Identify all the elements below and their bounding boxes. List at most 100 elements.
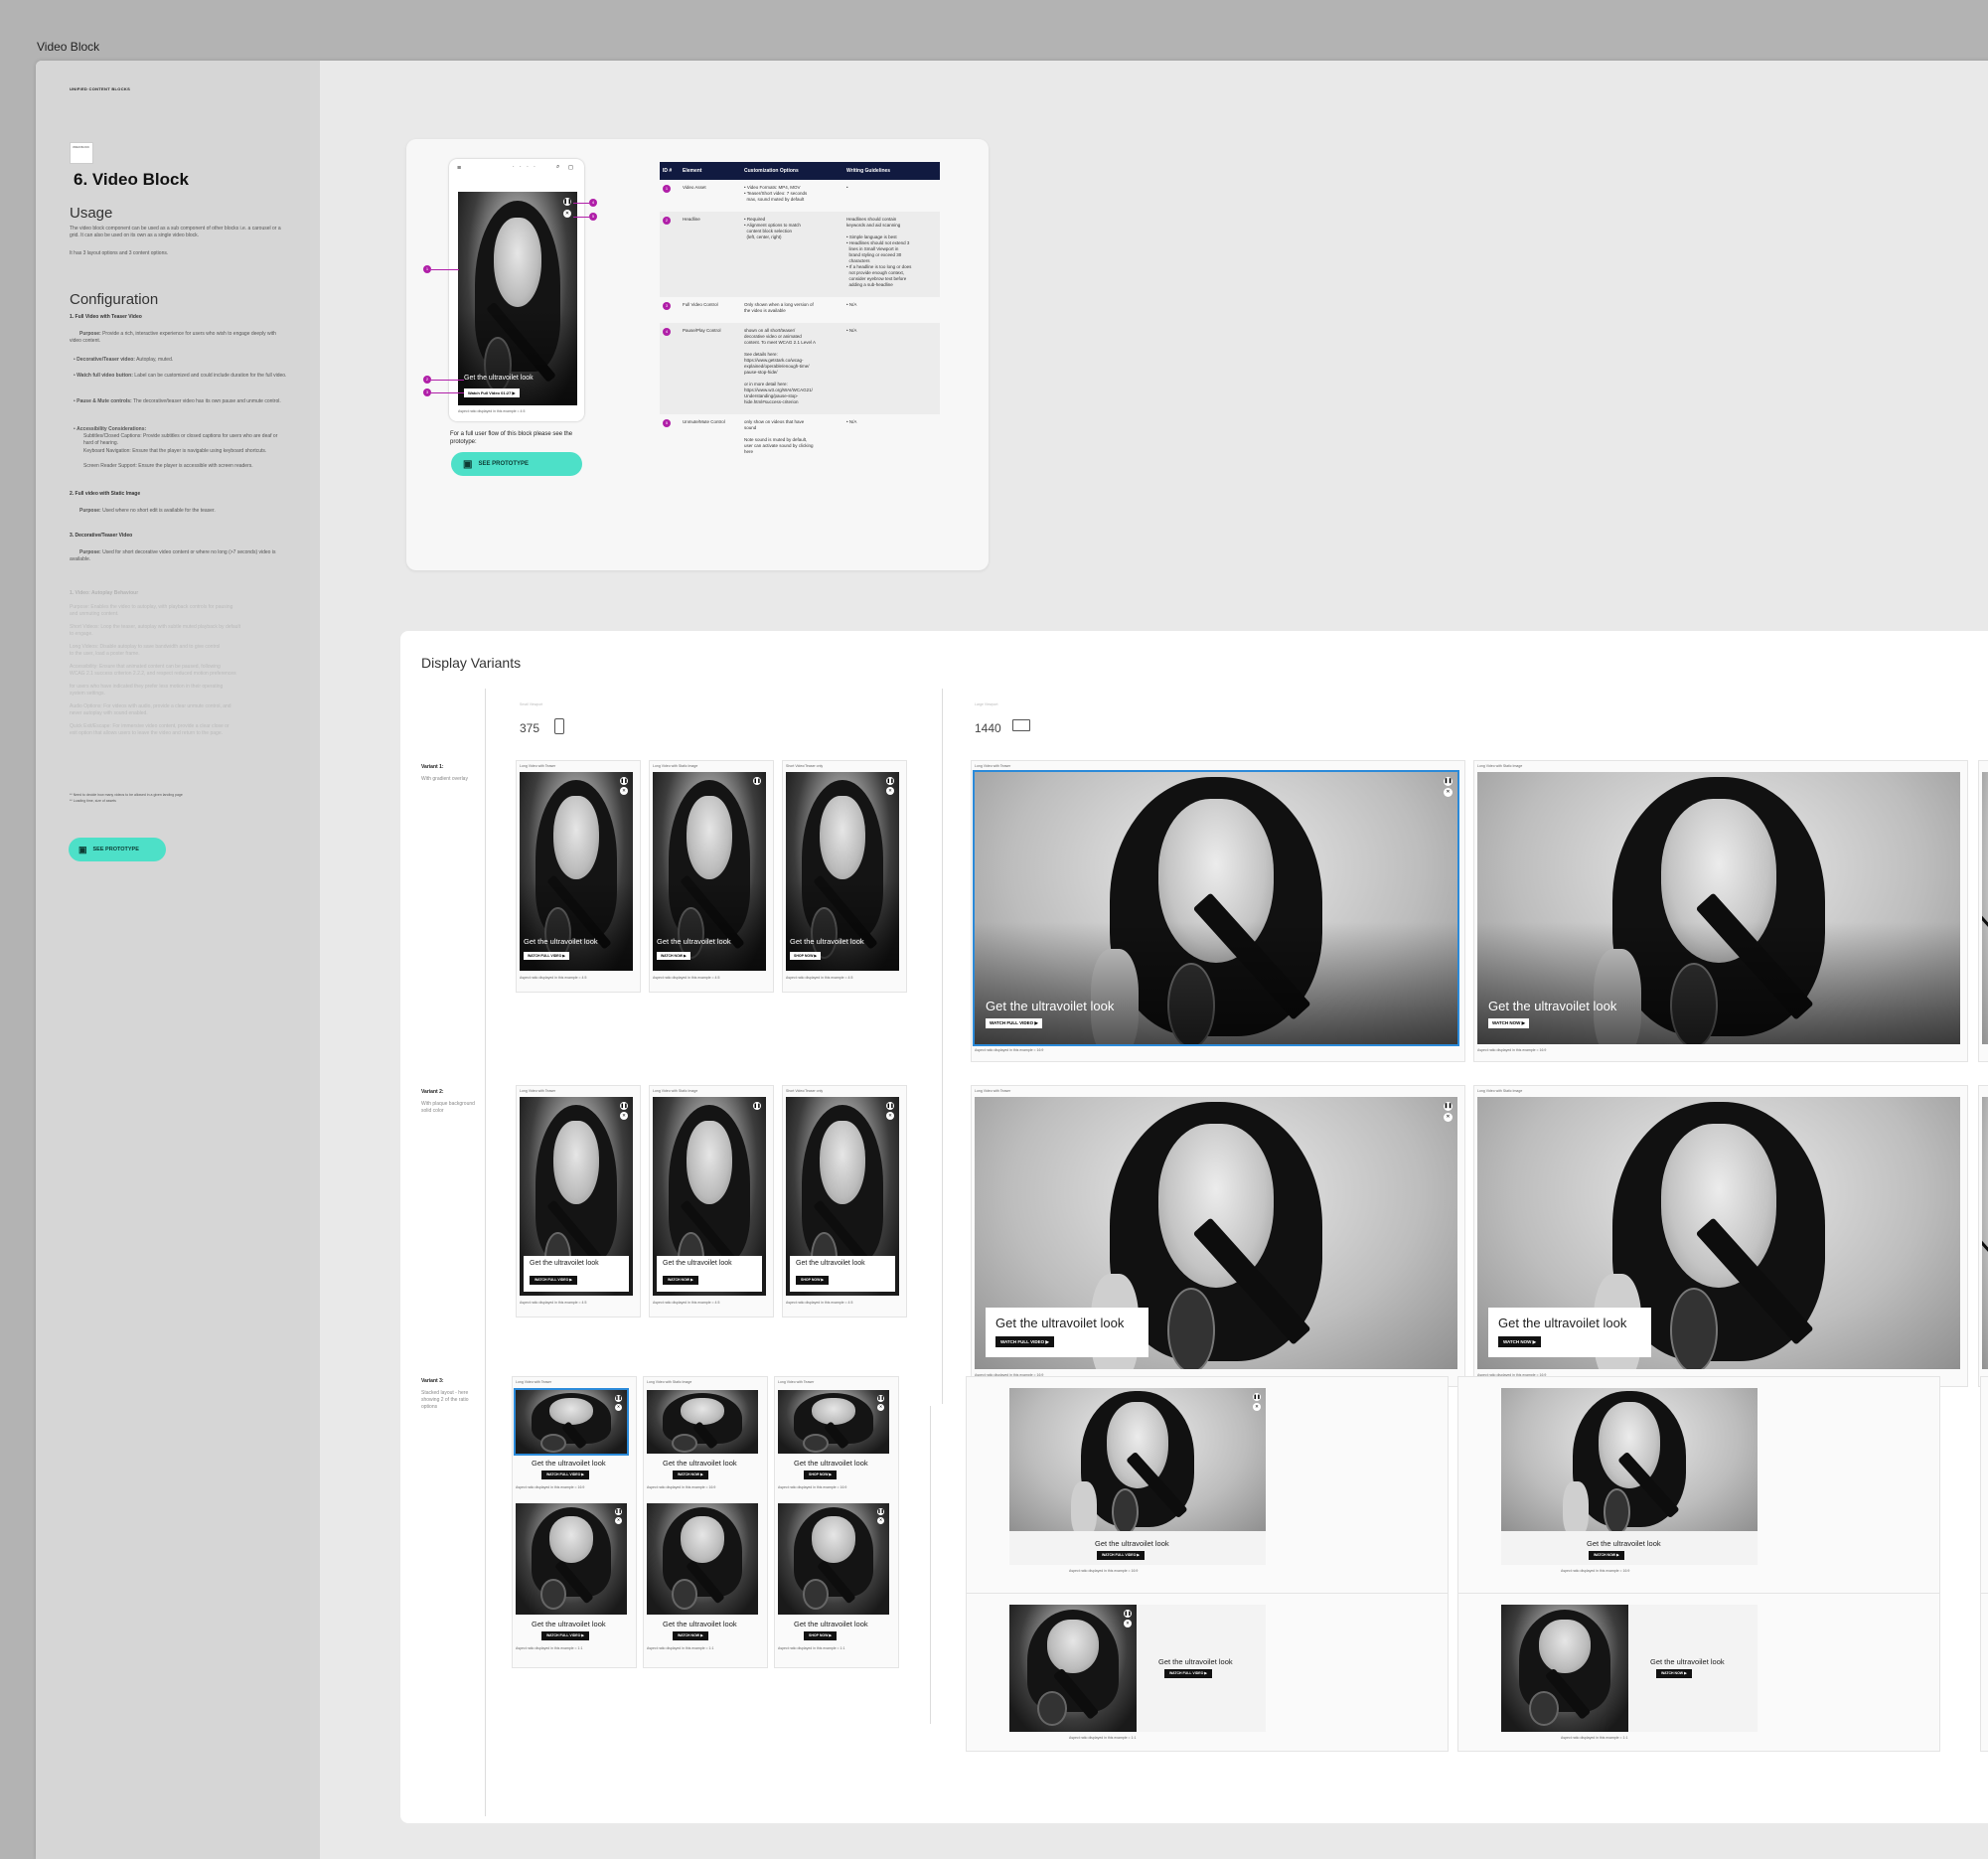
row-guidelines: Headlines should contain keywords and aid… bbox=[846, 217, 938, 288]
pause-icon[interactable]: ❚❚ bbox=[753, 1102, 761, 1110]
cta-button[interactable]: SHOP NOW ▶ bbox=[804, 1471, 838, 1479]
pause-icon[interactable]: ❚❚ bbox=[563, 198, 571, 206]
display-variants-card: Display Variants Small Viewport 375 Larg… bbox=[400, 631, 1988, 1823]
video-poster[interactable]: ❚❚ Get the ultravoilet look WATCH NOW ▶ bbox=[653, 772, 766, 971]
col-element: Element bbox=[683, 168, 702, 174]
cta-button[interactable]: WATCH NOW ▶ bbox=[673, 1471, 708, 1479]
cta-button[interactable]: WATCH NOW ▶ bbox=[673, 1631, 708, 1640]
cta-button[interactable]: WATCH NOW ▶ bbox=[657, 952, 690, 960]
video-poster[interactable] bbox=[647, 1390, 758, 1454]
aspect-caption: Aspect ratio displayed in this example =… bbox=[647, 1646, 714, 1650]
video-poster[interactable]: ❚❚ ✕ Get the ultravoilet look WATCH FULL VI… bbox=[975, 1097, 1457, 1369]
pause-icon[interactable]: ❚❚ bbox=[620, 777, 628, 785]
purpose-label: Purpose: bbox=[79, 549, 101, 555]
pause-icon[interactable]: ❚❚ bbox=[1124, 1610, 1132, 1618]
mute-icon[interactable]: ✕ bbox=[877, 1404, 884, 1411]
cta-label: SHOP NOW bbox=[809, 1472, 829, 1476]
cta-button[interactable]: WATCH NOW ▶ bbox=[1498, 1336, 1542, 1347]
video-poster[interactable]: ❚❚ ✕ bbox=[514, 1388, 629, 1456]
video-poster[interactable] bbox=[1982, 772, 1988, 1044]
pause-icon[interactable]: ❚❚ bbox=[877, 1395, 884, 1402]
guideline-line: adding a sub-headline bbox=[846, 282, 893, 287]
mute-icon[interactable]: ✕ bbox=[886, 787, 894, 795]
row-element: Unmute/Mute Control bbox=[683, 419, 725, 424]
col-guidelines: Writing Guidelines bbox=[846, 168, 891, 174]
headline-plaque: Get the ultravoilet look WATCH FULL VIDEO… bbox=[524, 1256, 629, 1292]
cta-button[interactable]: WATCH FULL VIDEO ▶ bbox=[541, 1631, 589, 1640]
spec-see-prototype-button[interactable]: ▣ SEE PROTOTYPE bbox=[451, 452, 582, 476]
thumbnail-label: VIDEO BLOCK bbox=[73, 146, 89, 149]
headline: Get the ultravoilet look bbox=[794, 1459, 868, 1468]
cta-button[interactable]: WATCH NOW ▶ bbox=[1589, 1551, 1624, 1560]
pause-icon[interactable]: ❚❚ bbox=[615, 1508, 622, 1515]
video-poster[interactable]: ❚❚ ✕ bbox=[1009, 1388, 1266, 1531]
video-poster[interactable] bbox=[1501, 1388, 1758, 1531]
video-poster[interactable]: ❚❚ ✕ Get the ultravoilet look WATCH FULL VI… bbox=[520, 772, 633, 971]
cell-type-label: Long Video with Static Image bbox=[1477, 764, 1523, 768]
video-poster[interactable] bbox=[1982, 1097, 1988, 1369]
mute-icon[interactable]: ✕ bbox=[563, 210, 571, 218]
config-3-title: 3. Decorative/Teaser Video bbox=[70, 533, 133, 539]
mute-icon[interactable]: ✕ bbox=[1253, 1403, 1261, 1411]
cta-button[interactable]: WATCH FULL VIDEO ▶ bbox=[995, 1336, 1054, 1347]
mute-icon[interactable]: ✕ bbox=[1124, 1620, 1132, 1627]
video-poster[interactable]: ❚❚ ✕ Get the ultravoilet look WATCH FULL VI… bbox=[520, 1097, 633, 1296]
cta-button[interactable]: WATCH FULL VIDEO ▶ bbox=[1097, 1551, 1145, 1560]
mute-icon[interactable]: ✕ bbox=[615, 1517, 622, 1524]
cta-button[interactable]: WATCH FULL VIDEO ▶ bbox=[1164, 1669, 1212, 1678]
watch-full-video-button[interactable]: Watch Full Video 01:27 ▶ bbox=[464, 388, 520, 397]
cta-button[interactable]: WATCH FULL VIDEO ▶ bbox=[524, 952, 569, 960]
pause-icon[interactable]: ❚❚ bbox=[1444, 1102, 1453, 1111]
video-poster[interactable]: Get the ultravoilet look WATCH NOW ▶ bbox=[1477, 772, 1960, 1044]
variant-description: With plaque background solid color bbox=[421, 1101, 475, 1114]
cta-button[interactable]: WATCH NOW ▶ bbox=[1488, 1018, 1530, 1028]
callout-line bbox=[431, 269, 459, 270]
mute-icon[interactable]: ✕ bbox=[615, 1404, 622, 1411]
headline: Get the ultravoilet look bbox=[790, 937, 864, 946]
mute-icon[interactable]: ✕ bbox=[1444, 1113, 1453, 1122]
mute-icon[interactable]: ✕ bbox=[877, 1517, 884, 1524]
pause-icon[interactable]: ❚❚ bbox=[620, 1102, 628, 1110]
cta-button[interactable]: WATCH NOW ▶ bbox=[1656, 1669, 1692, 1678]
video-poster[interactable]: ❚❚ ✕ bbox=[1009, 1605, 1137, 1732]
see-prototype-button[interactable]: ▣ SEE PROTOTYPE bbox=[69, 838, 166, 861]
video-poster[interactable]: ❚❚ ✕ Get the ultravoilet look SHOP NOW ▶ bbox=[786, 1097, 899, 1296]
cta-button[interactable]: WATCH FULL VIDEO ▶ bbox=[986, 1018, 1042, 1028]
cta-button[interactable]: SHOP NOW ▶ bbox=[796, 1276, 830, 1285]
pause-icon[interactable]: ❚❚ bbox=[753, 777, 761, 785]
cta-label: WATCH FULL VIDEO bbox=[990, 1020, 1034, 1025]
teaser-video[interactable]: ❚❚ ✕ Get the ultravoilet look Watch Full… bbox=[458, 192, 577, 405]
video-poster[interactable]: ❚❚ ✕ bbox=[778, 1503, 889, 1615]
video-poster[interactable] bbox=[647, 1503, 758, 1615]
mute-icon[interactable]: ✕ bbox=[620, 1112, 628, 1120]
video-poster[interactable]: ❚❚ ✕ bbox=[516, 1503, 627, 1615]
aspect-caption: Aspect ratio displayed in this example =… bbox=[520, 1301, 587, 1305]
pause-icon[interactable]: ❚❚ bbox=[886, 1102, 894, 1110]
pause-icon[interactable]: ❚❚ bbox=[886, 777, 894, 785]
variant-3-label: Variant 3: Stacked layout - here showing… bbox=[421, 1378, 476, 1411]
cta-button[interactable]: SHOP NOW ▶ bbox=[790, 952, 822, 960]
faded-line: for users who have indicated they prefer… bbox=[70, 684, 224, 690]
video-poster[interactable]: Get the ultravoilet look WATCH NOW ▶ bbox=[1477, 1097, 1960, 1369]
video-poster[interactable]: ❚❚ Get the ultravoilet look WATCH NOW ▶ bbox=[653, 1097, 766, 1296]
cta-button[interactable]: WATCH NOW ▶ bbox=[663, 1276, 698, 1285]
video-poster[interactable] bbox=[1501, 1605, 1628, 1732]
video-poster[interactable]: ❚❚ ✕ bbox=[778, 1390, 889, 1454]
video-poster[interactable]: ❚❚ ✕ Get the ultravoilet look SHOP NOW ▶ bbox=[786, 772, 899, 971]
mute-icon[interactable]: ✕ bbox=[886, 1112, 894, 1120]
cta-button[interactable]: WATCH FULL VIDEO ▶ bbox=[541, 1471, 589, 1479]
pause-icon[interactable]: ❚❚ bbox=[1444, 777, 1453, 786]
large-viewport-value: 1440 bbox=[975, 721, 1001, 735]
headline: Get the ultravoilet look bbox=[1488, 999, 1617, 1013]
cell-type-label: Long Video with Static Image bbox=[653, 1089, 698, 1093]
pause-icon[interactable]: ❚❚ bbox=[877, 1508, 884, 1515]
pause-icon[interactable]: ❚❚ bbox=[615, 1395, 622, 1402]
cta-button[interactable]: SHOP NOW ▶ bbox=[804, 1631, 838, 1640]
row-element: Headline bbox=[683, 217, 700, 222]
cta-button[interactable]: WATCH FULL VIDEO ▶ bbox=[530, 1276, 577, 1285]
pause-icon[interactable]: ❚❚ bbox=[1253, 1393, 1261, 1401]
cell-type-label: Short Video/Teaser only bbox=[786, 1089, 824, 1093]
mute-icon[interactable]: ✕ bbox=[620, 787, 628, 795]
video-poster[interactable]: ❚❚ ✕ Get the ultravoilet look WATCH FULL VI… bbox=[973, 770, 1459, 1046]
mute-icon[interactable]: ✕ bbox=[1444, 788, 1453, 797]
